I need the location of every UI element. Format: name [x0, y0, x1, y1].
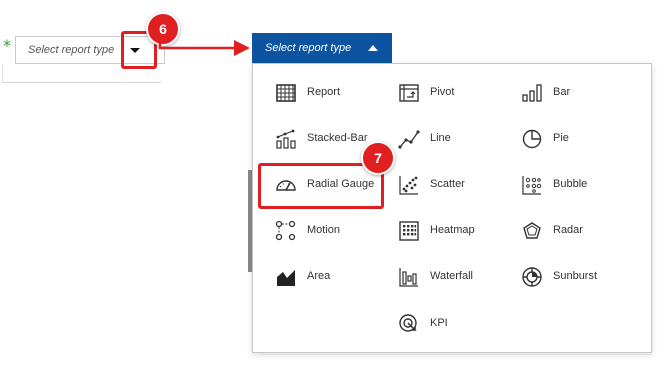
option-pie[interactable]: Pie: [521, 124, 639, 154]
option-motion[interactable]: Motion: [275, 216, 393, 246]
pivot-icon: [399, 84, 419, 102]
waterfall-icon: [399, 268, 418, 287]
radar-icon: [523, 222, 541, 239]
scatter-icon: [399, 176, 418, 195]
pie-chart-icon: [522, 129, 542, 149]
stacked-bar-icon: [276, 129, 296, 149]
option-report[interactable]: Report: [275, 78, 393, 108]
option-bar[interactable]: Bar: [521, 78, 639, 108]
area-chart-icon: [277, 270, 295, 286]
bubble-icon: [522, 176, 542, 195]
step-badge-7: 7: [361, 141, 395, 175]
option-pivot[interactable]: Pivot: [398, 78, 516, 108]
option-kpi[interactable]: KPI: [398, 309, 516, 339]
select-report-type-button[interactable]: Select report type: [252, 33, 392, 63]
grid-icon: [276, 84, 296, 102]
report-type-placeholder: Select report type: [28, 44, 115, 56]
option-waterfall[interactable]: Waterfall: [398, 262, 516, 292]
option-sunburst[interactable]: Sunburst: [521, 262, 639, 292]
bar-chart-icon: [522, 84, 542, 102]
option-heatmap[interactable]: Heatmap: [398, 216, 516, 246]
line-chart-icon: [398, 130, 420, 149]
option-scatter[interactable]: Scatter: [398, 170, 516, 200]
caret-up-icon: [368, 45, 378, 51]
select-report-type-label: Select report type: [265, 42, 352, 54]
option-radar[interactable]: Radar: [521, 216, 639, 246]
option-bubble[interactable]: Bubble: [521, 170, 639, 200]
arrow-right-icon: [158, 40, 250, 56]
motion-icon: [275, 220, 296, 241]
kpi-icon: [399, 314, 417, 332]
required-marker: *: [3, 36, 11, 55]
option-area[interactable]: Area: [275, 262, 393, 292]
menu-bottom-divider: [262, 354, 652, 355]
sunburst-icon: [522, 267, 542, 287]
heatmap-icon: [399, 221, 419, 241]
option-line[interactable]: Line: [398, 124, 516, 154]
